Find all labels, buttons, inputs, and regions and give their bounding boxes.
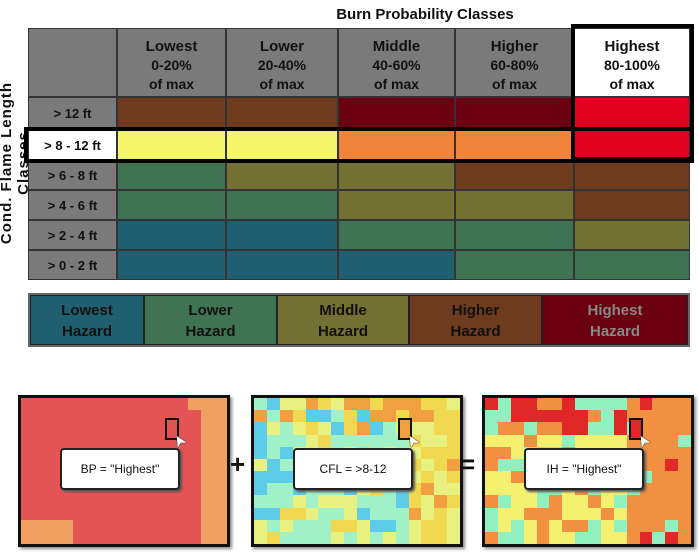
matrix-cell xyxy=(455,250,574,280)
row-label: > 2 - 4 ft xyxy=(28,220,117,250)
column-header: Lowest 0-20% of max xyxy=(117,28,226,97)
matrix-cell xyxy=(574,250,690,280)
matrix-cell xyxy=(338,220,455,250)
equals-operator: = xyxy=(460,449,476,479)
legend-item: Lower Hazard xyxy=(144,295,277,345)
legend-text: Hazard xyxy=(61,323,113,340)
hazard-legend: Lowest Hazard Lower Hazard Middle Hazard Highe… xyxy=(28,293,690,347)
column-header: Lower 20-40% of max xyxy=(226,28,338,97)
column-header-range: 20-40% xyxy=(257,57,307,73)
matrix-cell xyxy=(226,250,338,280)
matrix-cell xyxy=(455,190,574,220)
legend-item: Lowest Hazard xyxy=(30,295,144,345)
matrix-cell xyxy=(117,190,226,220)
matrix-cell xyxy=(117,161,226,190)
matrix-cell xyxy=(226,190,338,220)
matrix-cell xyxy=(338,97,455,129)
column-header-range: 40-60% xyxy=(372,57,421,73)
map-label-box: IH = "Highest" xyxy=(524,448,644,490)
column-header-range: 60-80% xyxy=(490,57,539,73)
matrix-cell xyxy=(455,220,574,250)
column-header-unit: of max xyxy=(259,76,305,92)
legend-text: Higher xyxy=(451,302,500,319)
map-label-box: BP = "Highest" xyxy=(60,448,180,490)
matrix-cell xyxy=(574,220,690,250)
legend-text: Middle xyxy=(319,302,367,319)
matrix-cell xyxy=(117,250,226,280)
highlight-column-frame xyxy=(571,24,694,161)
legend-text: Hazard xyxy=(450,323,501,340)
hazard-matrix: Lowest 0-20% of max Lower 20-40% of max Middle… xyxy=(24,24,694,280)
burn-probability-title: Burn Probability Classes xyxy=(336,6,514,23)
row-label: > 4 - 6 ft xyxy=(28,190,117,220)
legend-item: Higher Hazard xyxy=(409,295,542,345)
matrix-cell xyxy=(455,161,574,190)
plus-operator: + xyxy=(230,449,246,479)
matrix-cell xyxy=(117,97,226,129)
column-header-name: Middle xyxy=(372,38,421,55)
corner-cell xyxy=(28,28,117,97)
legend-text: Hazard xyxy=(185,323,236,340)
legend-text: Highest xyxy=(587,302,643,319)
matrix-cell xyxy=(574,190,690,220)
matrix-cell xyxy=(338,161,455,190)
column-header-name: Lowest xyxy=(145,38,198,55)
matrix-cell xyxy=(226,220,338,250)
row-label: > 0 - 2 ft xyxy=(28,250,117,280)
column-header-name: Higher xyxy=(490,38,539,55)
column-header-unit: of max xyxy=(148,76,195,92)
legend-text: Lowest xyxy=(61,302,113,319)
matrix-cell xyxy=(226,97,338,129)
column-header-range: 0-20% xyxy=(151,57,192,73)
legend-text: Hazard xyxy=(589,323,641,340)
row-label: > 12 ft xyxy=(28,97,117,129)
matrix-cell xyxy=(455,97,574,129)
column-header: Higher 60-80% of max xyxy=(455,28,574,97)
column-header-unit: of max xyxy=(491,76,538,92)
matrix-cell xyxy=(226,161,338,190)
row-label: > 6 - 8 ft xyxy=(28,161,117,190)
map-label-box: CFL = >8-12 xyxy=(293,448,413,490)
matrix-cell xyxy=(338,250,455,280)
matrix-cell xyxy=(338,190,455,220)
matrix-cell xyxy=(117,220,226,250)
legend-item: Highest Hazard xyxy=(542,295,688,345)
column-header-name: Lower xyxy=(259,38,305,55)
legend-text: Lower xyxy=(188,302,233,319)
column-header: Middle 40-60% of max xyxy=(338,28,455,97)
column-header-unit: of max xyxy=(373,76,420,92)
legend-text: Hazard xyxy=(317,323,369,340)
matrix-cell xyxy=(574,161,690,190)
legend-item: Middle Hazard xyxy=(277,295,409,345)
